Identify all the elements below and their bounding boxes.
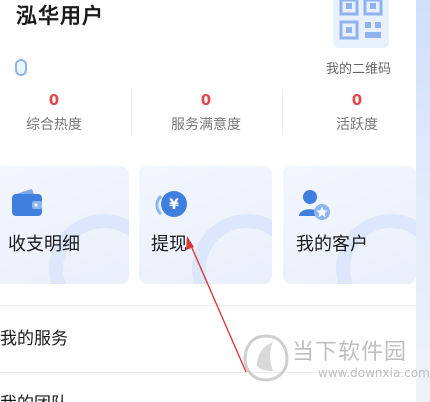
watermark-text: 当下软件园 xyxy=(292,340,408,365)
watermark-logo-icon xyxy=(243,334,289,382)
watermark-url: www.downxia.com xyxy=(318,366,430,380)
